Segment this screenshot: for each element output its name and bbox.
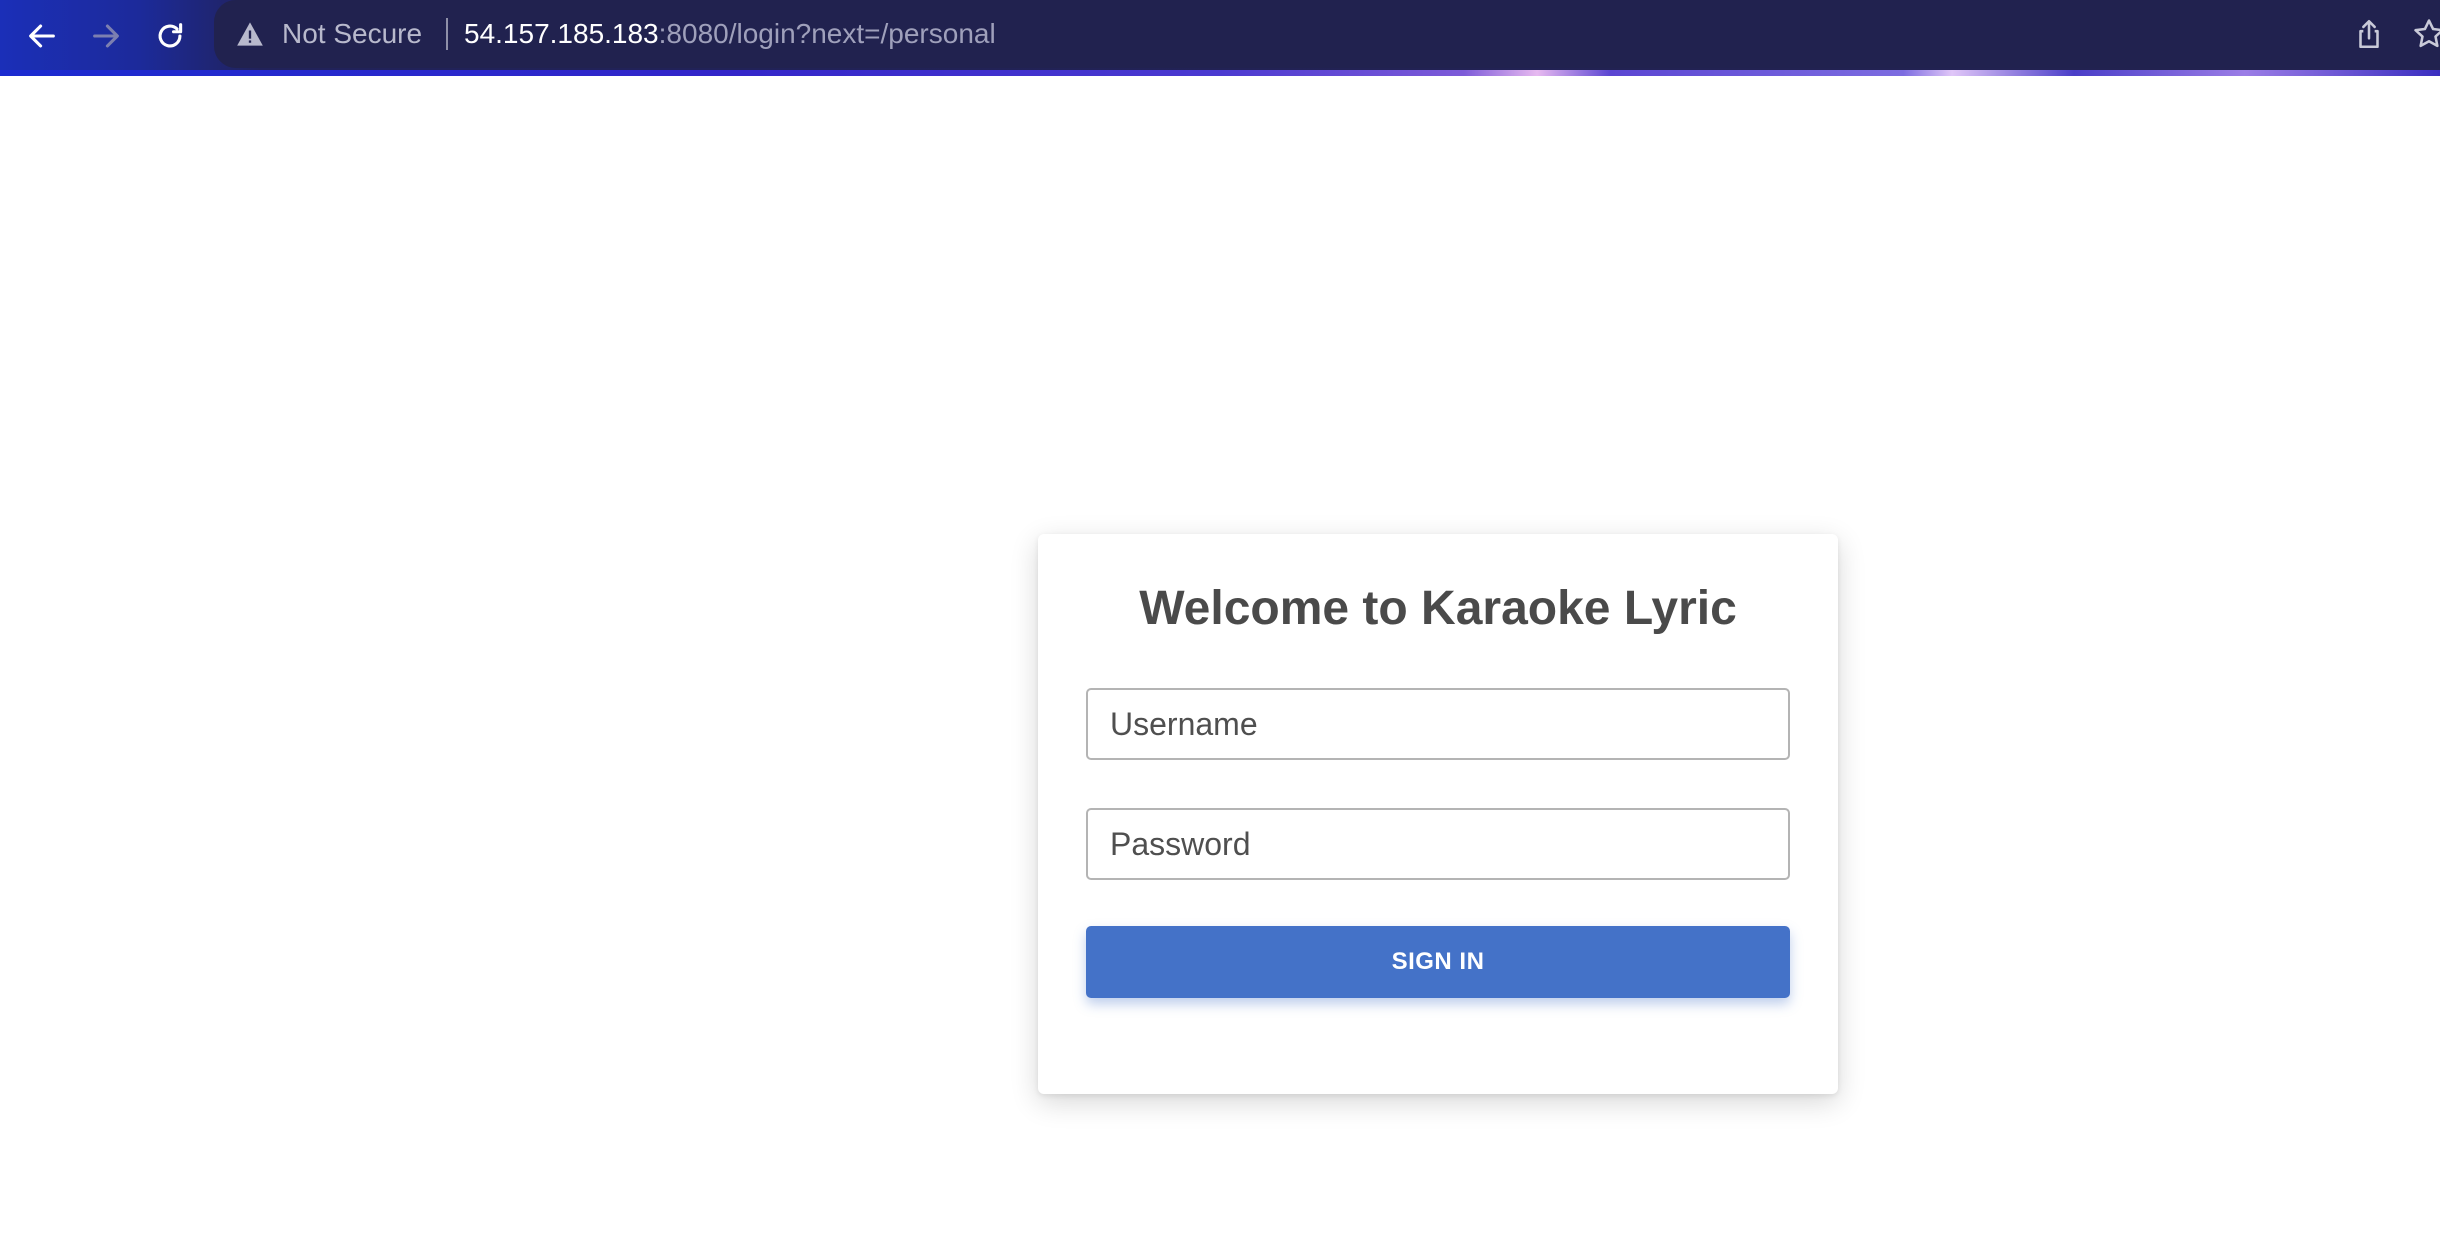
forward-button[interactable] <box>84 14 128 58</box>
reload-button[interactable] <box>148 14 192 58</box>
bookmark-star-icon[interactable] <box>2412 16 2440 52</box>
browser-toolbar: Not Secure 54.157.185.183:8080/login?nex… <box>0 0 2440 76</box>
password-input[interactable] <box>1086 808 1790 880</box>
back-button[interactable] <box>20 14 64 58</box>
sign-in-button[interactable]: SIGN IN <box>1086 926 1790 998</box>
share-icon[interactable] <box>2352 16 2386 52</box>
username-input[interactable] <box>1086 688 1790 760</box>
reload-icon <box>158 23 183 48</box>
url-path: :8080/login?next=/personal <box>658 18 996 49</box>
login-card: Welcome to Karaoke Lyric SIGN IN <box>1038 534 1838 1094</box>
url-text[interactable]: 54.157.185.183:8080/login?next=/personal <box>464 16 996 52</box>
security-label[interactable]: Not Secure <box>282 16 422 52</box>
url-divider <box>446 18 448 50</box>
forward-icon <box>93 24 119 48</box>
url-host: 54.157.185.183 <box>464 18 659 49</box>
back-icon <box>29 24 55 48</box>
page-title: Welcome to Karaoke Lyric <box>1139 582 1737 635</box>
warning-icon[interactable] <box>236 21 264 47</box>
